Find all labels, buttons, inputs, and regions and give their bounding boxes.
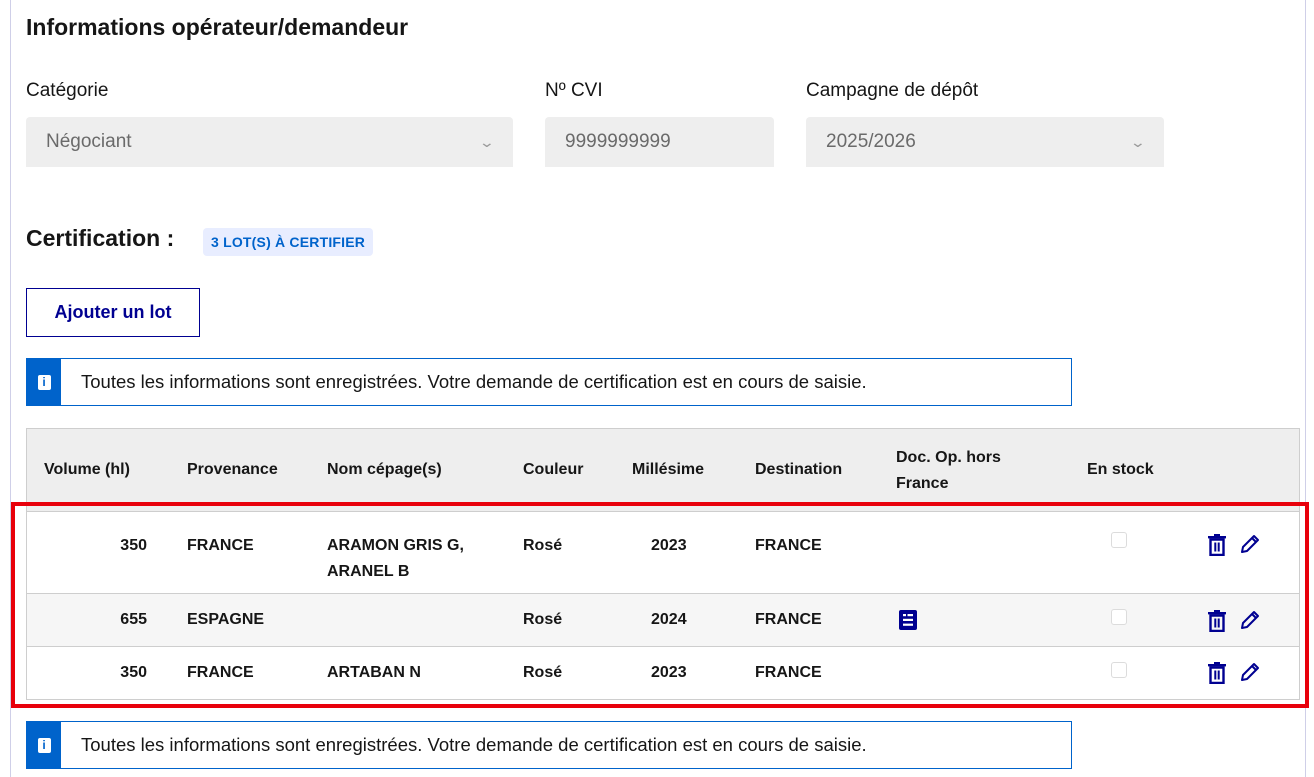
cell-cepage: ARAMON GRIS G, ARANEL B xyxy=(327,537,464,580)
header-couleur: Couleur xyxy=(523,461,584,478)
table-header: Volume (hl) Provenance Nom cépage(s) Cou… xyxy=(27,429,1299,512)
info-icon-box: i xyxy=(27,359,61,405)
header-volume: Volume (hl) xyxy=(44,461,130,478)
notice-text: Toutes les informations sont enregistrée… xyxy=(81,371,867,392)
info-icon: i xyxy=(37,374,51,390)
pencil-icon[interactable] xyxy=(1240,610,1260,635)
table-row: 350 FRANCE ARTABAN N Rosé 2023 FRANCE xyxy=(27,647,1299,699)
cell-provenance: FRANCE xyxy=(187,537,254,554)
lots-count-badge: 3 LOT(S) À CERTIFIER xyxy=(203,228,374,256)
trash-icon[interactable] xyxy=(1207,610,1227,637)
cell-provenance: ESPAGNE xyxy=(187,611,265,628)
add-lot-button[interactable]: Ajouter un lot xyxy=(26,288,200,337)
cell-destination: FRANCE xyxy=(755,664,822,681)
categorie-label: Catégorie xyxy=(26,80,109,101)
section-title: Informations opérateur/demandeur xyxy=(26,14,409,40)
campagne-label: Campagne de dépôt xyxy=(806,80,979,101)
chevron-down-icon: ⌄ xyxy=(1129,133,1147,150)
lots-table: Volume (hl) Provenance Nom cépage(s) Cou… xyxy=(26,428,1300,700)
in-stock-checkbox[interactable] xyxy=(1111,609,1127,625)
pencil-icon[interactable] xyxy=(1240,534,1260,559)
header-cepage: Nom cépage(s) xyxy=(327,461,442,478)
table-row: 350 FRANCE ARAMON GRIS G, ARANEL B Rosé … xyxy=(27,512,1299,594)
trash-icon[interactable] xyxy=(1207,662,1227,689)
cvi-label: Nº CVI xyxy=(545,80,603,101)
chevron-down-icon: ⌄ xyxy=(478,133,496,150)
categorie-select[interactable]: Négociant ⌄ xyxy=(26,117,513,167)
cell-couleur: Rosé xyxy=(523,537,563,554)
header-doc: Doc. Op. hors France xyxy=(896,449,1001,492)
cell-destination: FRANCE xyxy=(755,611,822,628)
certification-title: Certification : xyxy=(26,225,175,251)
frame-right-border xyxy=(1305,0,1306,777)
cell-destination: FRANCE xyxy=(755,537,822,554)
header-stock: En stock xyxy=(1087,461,1154,478)
info-notice-bottom: i Toutes les informations sont enregistr… xyxy=(26,721,1072,769)
cell-millesime: 2023 xyxy=(651,537,687,554)
header-provenance: Provenance xyxy=(187,461,278,478)
categorie-value: Négociant xyxy=(46,131,132,152)
trash-icon[interactable] xyxy=(1207,534,1227,561)
notice-text: Toutes les informations sont enregistrée… xyxy=(81,734,867,755)
in-stock-checkbox[interactable] xyxy=(1111,662,1127,678)
cell-cepage: ARTABAN N xyxy=(327,664,421,681)
cell-volume: 350 xyxy=(120,537,147,554)
cell-couleur: Rosé xyxy=(523,611,563,628)
cell-millesime: 2023 xyxy=(651,664,687,681)
cell-volume: 350 xyxy=(120,664,147,681)
info-icon: i xyxy=(37,737,51,753)
cvi-value: 9999999999 xyxy=(565,131,671,152)
cvi-field[interactable]: 9999999999 xyxy=(545,117,774,167)
cell-couleur: Rosé xyxy=(523,664,563,681)
cell-provenance: FRANCE xyxy=(187,664,254,681)
cell-volume: 655 xyxy=(120,611,147,628)
header-destination: Destination xyxy=(755,461,843,478)
campagne-value: 2025/2026 xyxy=(826,131,916,152)
in-stock-checkbox[interactable] xyxy=(1111,532,1127,548)
document-icon[interactable] xyxy=(899,610,917,635)
frame-left-border xyxy=(10,0,11,777)
table-row: 655 ESPAGNE Rosé 2024 FRANCE xyxy=(27,594,1299,647)
cell-millesime: 2024 xyxy=(651,611,687,628)
info-icon-box: i xyxy=(27,722,61,768)
campagne-select[interactable]: 2025/2026 ⌄ xyxy=(806,117,1164,167)
info-notice-top: i Toutes les informations sont enregistr… xyxy=(26,358,1072,406)
pencil-icon[interactable] xyxy=(1240,662,1260,687)
header-millesime: Millésime xyxy=(632,461,705,478)
